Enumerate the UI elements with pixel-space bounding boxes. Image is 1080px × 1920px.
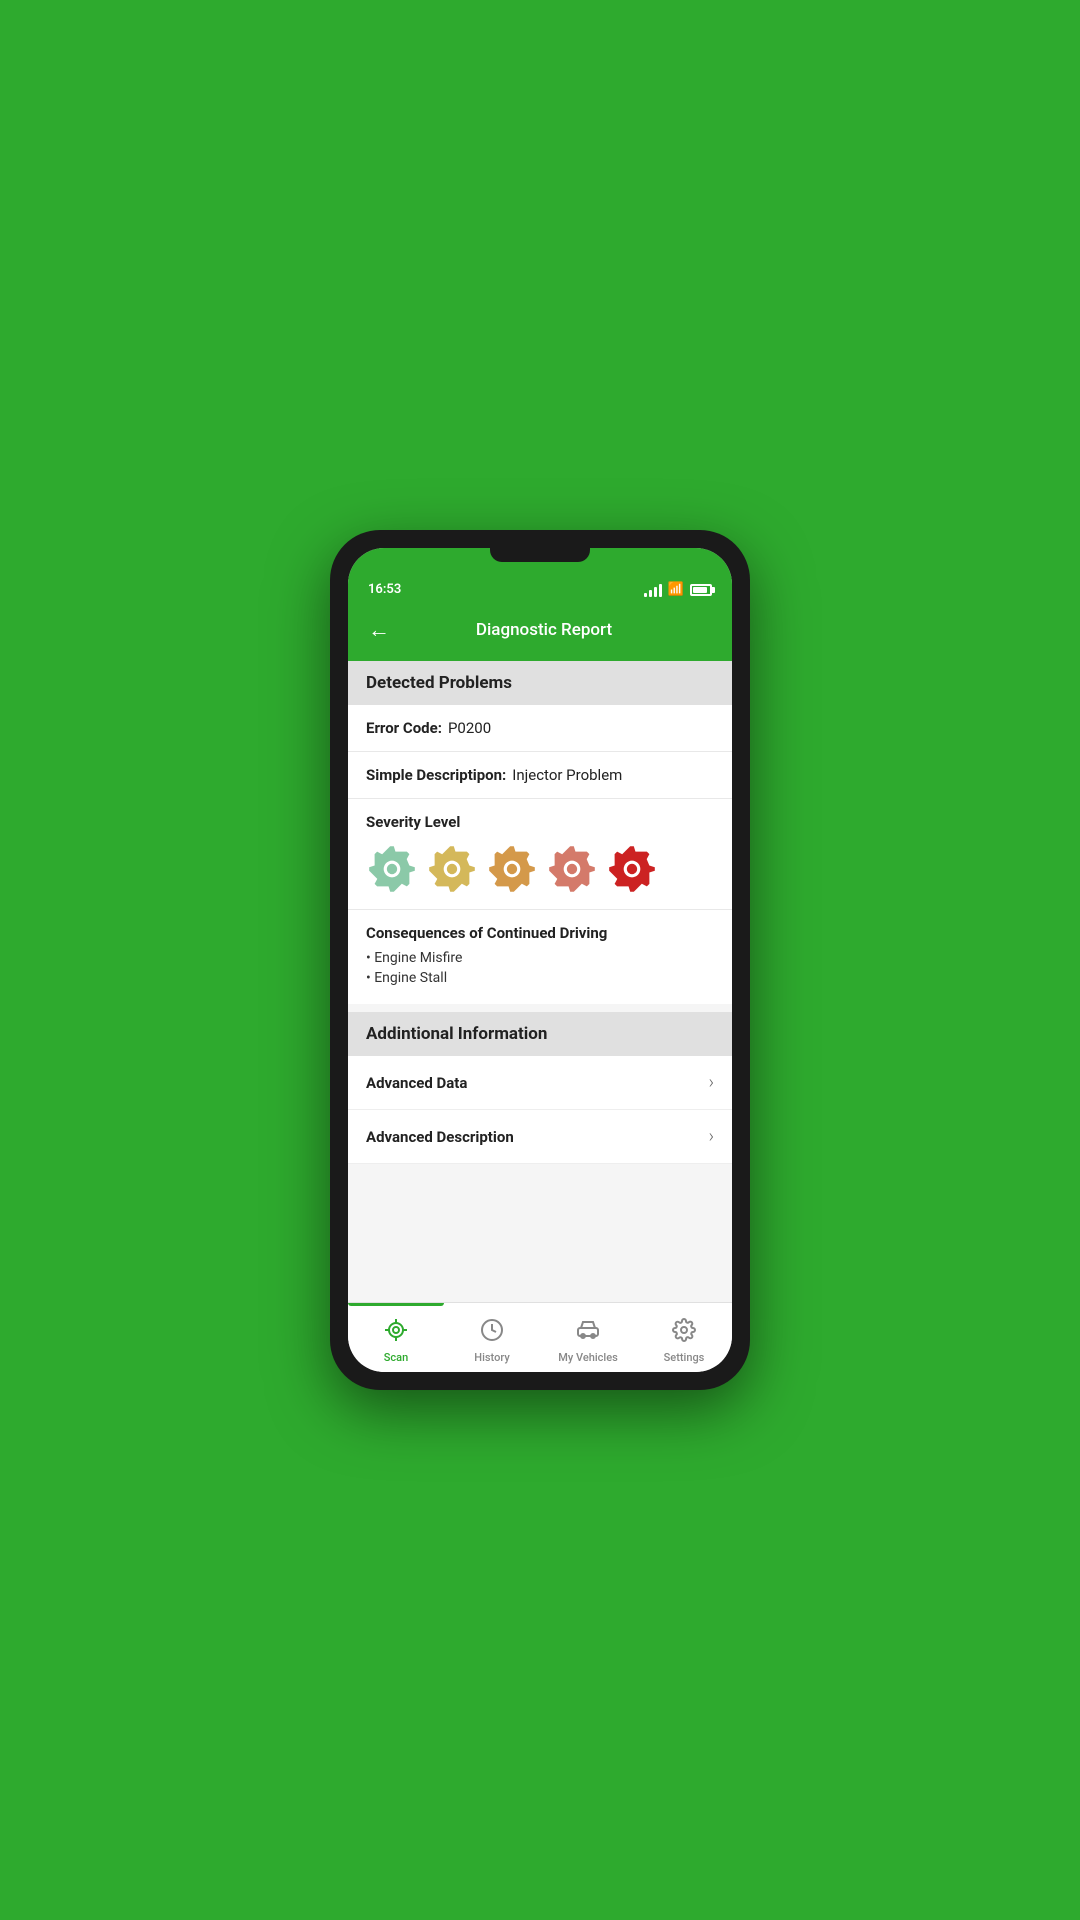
additional-info-title: Addintional Information (366, 1024, 547, 1044)
battery-icon (690, 584, 712, 596)
nav-item-scan[interactable]: Scan (348, 1303, 444, 1372)
scan-nav-icon (384, 1318, 408, 1348)
history-nav-icon (480, 1318, 504, 1348)
my-vehicles-nav-icon (576, 1318, 600, 1348)
page-title: Diagnostic Report (402, 620, 686, 640)
my-vehicles-nav-label: My Vehicles (558, 1351, 618, 1364)
signal-icon (644, 583, 662, 597)
wifi-icon: 📶 (668, 582, 684, 597)
consequence-item: • Engine Stall (366, 970, 714, 986)
error-code-value: P0200 (448, 719, 491, 737)
back-button[interactable]: ← (364, 613, 394, 647)
consequences-row: Consequences of Continued Driving • Engi… (348, 910, 732, 1004)
severity-icons (366, 843, 714, 895)
chevron-right-icon: › (709, 1126, 714, 1147)
scan-nav-label: Scan (384, 1351, 408, 1364)
settings-nav-icon (672, 1318, 696, 1348)
severity-icon-4 (546, 843, 598, 895)
severity-icon-5 (606, 843, 658, 895)
info-item-advanced-description[interactable]: Advanced Description › (348, 1110, 732, 1164)
content-area: Detected Problems Error Code: P0200 Simp… (348, 661, 732, 1302)
settings-nav-label: Settings (664, 1351, 705, 1364)
severity-icon-3 (486, 843, 538, 895)
severity-label: Severity Level (366, 813, 714, 831)
status-time: 16:53 (368, 582, 401, 597)
simple-desc-label: Simple Descriptipon: (366, 766, 506, 784)
error-code-row: Error Code: P0200 (348, 705, 732, 752)
consequences-list: • Engine Misfire • Engine Stall (366, 950, 714, 986)
status-bar: 16:53 📶 (348, 578, 732, 603)
nav-item-my-vehicles[interactable]: My Vehicles (540, 1303, 636, 1372)
nav-item-history[interactable]: History (444, 1303, 540, 1372)
info-item-label-advanced-description: Advanced Description (366, 1128, 514, 1146)
app-header: ← Diagnostic Report (348, 603, 732, 661)
bottom-nav: Scan History My Vehicles Settings (348, 1302, 732, 1372)
severity-row: Severity Level (348, 799, 732, 910)
simple-description-row: Simple Descriptipon: Injector Problem (348, 752, 732, 799)
status-icons: 📶 (644, 582, 712, 597)
history-nav-label: History (474, 1351, 509, 1364)
phone-screen: 16:53 📶 ← Diagnostic Report (348, 548, 732, 1372)
chevron-right-icon: › (709, 1072, 714, 1093)
simple-desc-value: Injector Problem (512, 766, 622, 784)
detected-problems-title: Detected Problems (366, 673, 512, 693)
consequences-title: Consequences of Continued Driving (366, 924, 714, 942)
severity-icon-2 (426, 843, 478, 895)
info-item-advanced-data[interactable]: Advanced Data › (348, 1056, 732, 1110)
nav-item-settings[interactable]: Settings (636, 1303, 732, 1372)
error-code-label: Error Code: (366, 719, 442, 737)
detected-problems-header: Detected Problems (348, 661, 732, 705)
phone-frame: 16:53 📶 ← Diagnostic Report (330, 530, 750, 1390)
gap (348, 1004, 732, 1012)
additional-info-header: Addintional Information (348, 1012, 732, 1056)
severity-icon-1 (366, 843, 418, 895)
problems-card: Error Code: P0200 Simple Descriptipon: I… (348, 705, 732, 1004)
info-item-label-advanced-data: Advanced Data (366, 1074, 467, 1092)
consequence-item: • Engine Misfire (366, 950, 714, 966)
additional-info-card: Advanced Data › Advanced Description › (348, 1056, 732, 1164)
phone-notch (348, 548, 732, 578)
